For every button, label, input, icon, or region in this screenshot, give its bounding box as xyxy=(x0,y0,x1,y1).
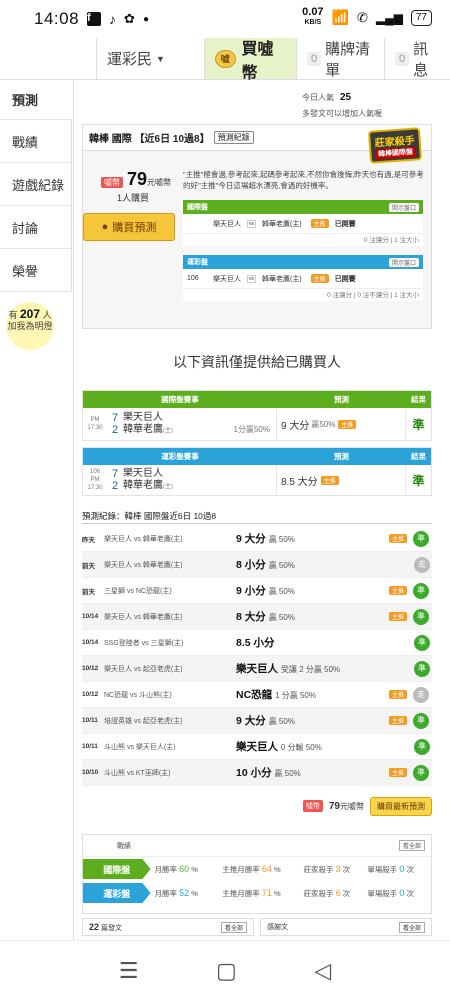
prediction-card: 韓棒 國際 【近6日 10過8】 預測紀錄 莊家殺手 韓棒國際盤 噓幣 79元噓幣… xyxy=(82,124,432,329)
clock: 14:08 xyxy=(34,9,80,28)
sidebar-item-predict[interactable]: 預測 xyxy=(0,80,72,120)
top-nav: 運彩民 ▼ 噓 買噓幣 0 購牌清單 0 訊息 xyxy=(0,38,450,82)
result-icon: 準 xyxy=(413,530,430,547)
history-title: 預測紀錄：韓棒 國際盤近6日 10過8 xyxy=(82,510,432,524)
wifi-icon: 📶 xyxy=(331,9,349,25)
record-button[interactable]: 預測紀錄 xyxy=(213,131,254,144)
battery-icon: 77 xyxy=(410,9,432,26)
record-panel: 戰績 看全部 國際盤 月勝率 60 % 主推月勝率 64 % 莊家殺手 3 次 單… xyxy=(82,834,432,914)
home-icon[interactable]: ▢ xyxy=(216,958,237,984)
list-item: 前天 樂天巨人 vs 韓華老鷹(主) 8 小分 贏 50% 走 xyxy=(82,552,432,578)
recents-icon[interactable]: ☰ xyxy=(119,958,139,984)
coin-icon: ● xyxy=(101,221,109,233)
bottom-boxes: 22 篇發文 看全部 感謝文 看全部 xyxy=(82,918,432,936)
caret-down-icon: ▼ xyxy=(156,53,165,64)
price: 噓幣 79元噓幣 xyxy=(101,169,171,190)
status-bar: 14:08 f ♪ ✿ ● 0.07 KB/S 📶 ✆ ▂▄▆ 77 xyxy=(0,0,450,38)
lightbulb-follow-button[interactable]: 有 207 人 加我為明燈 xyxy=(6,302,54,350)
sidebar-item-record[interactable]: 戰績 xyxy=(0,120,72,163)
show-odds-button[interactable]: 開示盤口 xyxy=(388,202,419,212)
messages-tab[interactable]: 0 訊息 xyxy=(384,38,450,79)
view-all-thanks-button[interactable]: 看全部 xyxy=(398,921,425,933)
result-icon: 準 xyxy=(414,634,430,651)
result-icon: 準 xyxy=(414,660,430,677)
intl-result-table: 國際盤賽事 預測 結果 PM 17:30 72 樂天巨人 韓華老鷹(主) 1分贏5… xyxy=(82,390,432,441)
table-row: 106 PM 17:30 72 樂天巨人 韓華老鷹(主) 8.5 大分 主推 準 xyxy=(83,465,431,495)
buy-coins-tab[interactable]: 噓 買噓幣 xyxy=(204,38,296,82)
table-row: PM 17:30 72 樂天巨人 韓華老鷹(主) 1分贏50% 9 大分 贏50% 主… xyxy=(83,408,431,440)
cart-count: 0 xyxy=(307,51,322,66)
list-item: 10/10 斗山熊 vs KT巫師(主) 10 小分 贏 50% 主推準 xyxy=(82,760,432,786)
result-badge: 準 xyxy=(412,473,425,488)
dot-icon: ● xyxy=(142,13,149,25)
list-item: 昨天 樂天巨人 vs 韓華老鷹(主) 9 大分 贏 50% 主推準 xyxy=(82,526,432,552)
result-badge: 準 xyxy=(412,417,425,432)
list-item: 10/12 樂天巨人 vs 起亞老虎(主) 樂天巨人 受讓 2 分贏 50% 準 xyxy=(82,656,432,682)
list-item: 前天 三星獅 vs NC恐龍(主) 9 小分 贏 50% 主推準 xyxy=(82,578,432,604)
coin-icon: 噓 xyxy=(215,49,236,68)
view-all-button[interactable]: 看全部 xyxy=(398,840,425,851)
show-odds-button[interactable]: 開示盤口 xyxy=(388,257,419,267)
view-all-posts-button[interactable]: 看全部 xyxy=(220,921,247,933)
result-icon: 準 xyxy=(413,582,430,599)
message-count: 0 xyxy=(395,51,410,66)
list-item: 10/14 樂天巨人 vs 韓華老鷹(主) 8 大分 贏 50% 主推準 xyxy=(82,604,432,630)
sidebar-item-games[interactable]: 遊戲紀錄 xyxy=(0,163,72,206)
master-badge: 莊家殺手 韓棒國際盤 xyxy=(367,127,423,164)
buy-latest-button[interactable]: 購買最新預測 xyxy=(370,796,432,816)
result-icon: 準 xyxy=(413,712,430,729)
buyer-only-notice: 以下資訊僅提供給已購買人 xyxy=(173,354,341,370)
record-row-sport: 運彩盤 月勝率 52 % 主推月勝率 71 % 莊家殺手 6 次 單場殺手 0 … xyxy=(83,881,431,905)
app-icon: ✿ xyxy=(124,11,135,26)
buy-latest-row: 噓幣 79元噓幣 購買最新預測 xyxy=(82,796,432,816)
list-item: 10/12 NC恐龍 vs 斗山熊(主) NC恐龍 1 分贏 50% 主推走 xyxy=(82,682,432,708)
sidebar-item-discuss[interactable]: 討論 xyxy=(0,206,72,249)
signal-icon: ▂▄▆ xyxy=(375,10,403,25)
sidebar: 預測 戰績 遊戲紀錄 討論 榮譽 有 207 人 加我為明燈 xyxy=(0,80,72,350)
sport-result-table: 運彩盤賽事 預測 結果 106 PM 17:30 72 樂天巨人 韓華老鷹(主) 8… xyxy=(82,447,432,496)
back-icon[interactable]: ◁ xyxy=(314,958,331,984)
result-icon: 走 xyxy=(414,556,430,573)
user-dropdown[interactable]: 運彩民 ▼ xyxy=(96,38,204,79)
prediction-description: "主推"極會過,參考起來,起碼參考起來,不然你會後悔;昨天也有過,是可參考的好"… xyxy=(183,170,424,190)
buy-prediction-button[interactable]: ● 購買預測 xyxy=(83,213,175,241)
tiktok-icon: ♪ xyxy=(109,11,117,27)
list-item: 10/14 SSG登陸者 vs 三星獅(主) 8.5 小分 準 xyxy=(82,630,432,656)
popularity-value: 25 xyxy=(340,92,352,103)
posts-box: 22 篇發文 看全部 xyxy=(82,918,254,936)
result-icon: 走 xyxy=(413,686,430,703)
intl-mini-table: 國際盤 開示盤口 樂天巨人 vs 韓華老鷹(主) 主推 已開賽 0 注讓分 | 1… xyxy=(183,200,423,246)
record-row-intl: 國際盤 月勝率 60 % 主推月勝率 64 % 莊家殺手 3 次 單場殺手 0 … xyxy=(83,857,431,881)
result-icon: 準 xyxy=(414,738,430,755)
android-nav-bar: ☰ ▢ ◁ xyxy=(0,940,450,1000)
result-icon: 準 xyxy=(413,608,430,625)
list-item: 10/11 斗山熊 vs 樂天巨人(主) 樂天巨人 0 分輸 50% 準 xyxy=(82,734,432,760)
main-content: 今日人氣 25 多發文可以增加人氣喔 韓棒 國際 【近6日 10過8】 預測紀錄 … xyxy=(73,80,450,940)
sport-mini-table: 運彩盤 開示盤口 106 樂天巨人 vs 韓華老鷹(主) 主推 已開賽 0 注讓分… xyxy=(183,255,423,301)
cart-tab[interactable]: 0 購牌清單 xyxy=(296,38,384,79)
thanks-box: 感謝文 看全部 xyxy=(260,918,432,936)
list-item: 10/11 培證英雄 vs 起亞老虎(主) 9 大分 贏 50% 主推準 xyxy=(82,708,432,734)
call-icon: ✆ xyxy=(357,9,368,25)
history-list: 昨天 樂天巨人 vs 韓華老鷹(主) 9 大分 贏 50% 主推準 前天 樂天巨人 vs… xyxy=(82,526,432,786)
sidebar-item-honor[interactable]: 榮譽 xyxy=(0,249,72,292)
buyer-count: 1人購買 xyxy=(117,193,150,203)
result-icon: 準 xyxy=(413,764,430,781)
facebook-icon: f xyxy=(87,12,102,26)
network-speed: 0.07 KB/S xyxy=(302,6,324,27)
